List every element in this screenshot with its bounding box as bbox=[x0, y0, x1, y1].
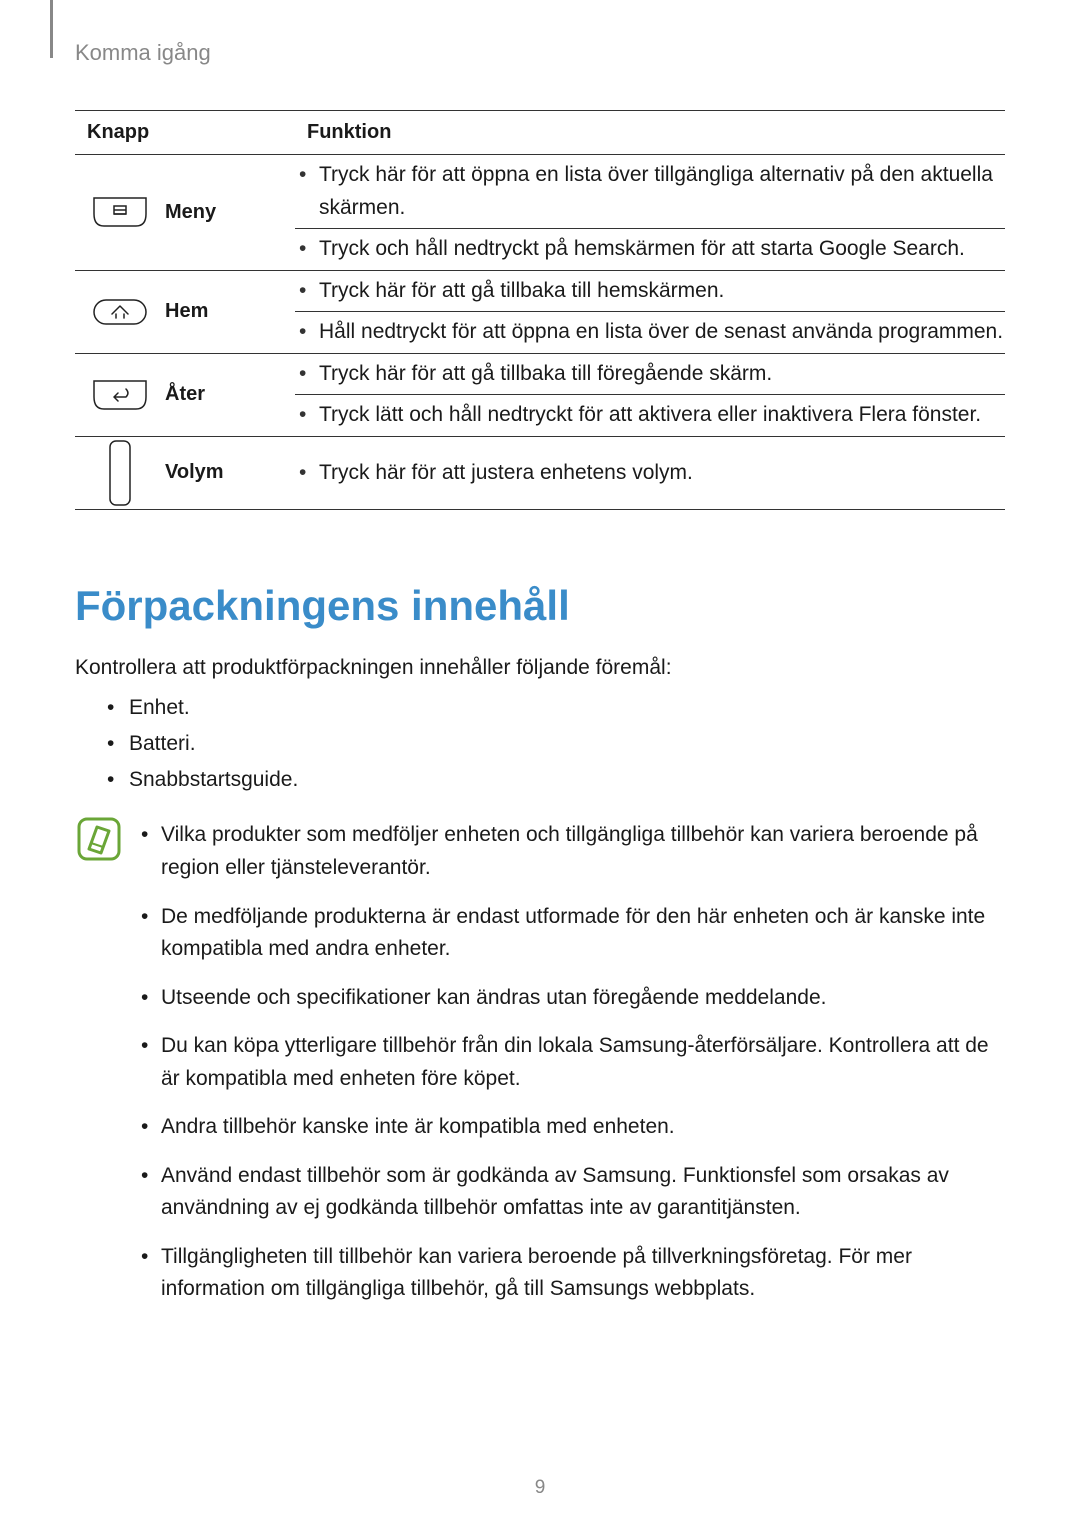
note-item: Utseende och specifikationer kan ändras … bbox=[137, 974, 1005, 1023]
note-item: Tillgängligheten till tillbehör kan vari… bbox=[137, 1233, 1005, 1314]
breadcrumb: Komma igång bbox=[75, 40, 1005, 66]
package-list: Enhet. Batteri. Snabbstartsguide. bbox=[75, 690, 1005, 797]
th-function: Funktion bbox=[295, 111, 1005, 155]
section-heading: Förpackningens innehåll bbox=[75, 582, 1005, 630]
volume-key-icon bbox=[106, 437, 134, 509]
table-row: Meny Tryck här för att öppna en lista öv… bbox=[75, 155, 1005, 229]
row-label-hem: Hem bbox=[165, 270, 295, 353]
func-item: Tryck och håll nedtryckt på hemskärmen f… bbox=[295, 229, 1005, 270]
func-item: Tryck här för att gå tillbaka till föreg… bbox=[295, 354, 1005, 395]
page-number: 9 bbox=[0, 1477, 1080, 1499]
note-item: Använd endast tillbehör som är godkända … bbox=[137, 1152, 1005, 1233]
func-item: Tryck här för att justera enhetens volym… bbox=[295, 453, 1005, 494]
row-label-volym: Volym bbox=[165, 436, 295, 509]
note-icon bbox=[75, 815, 123, 863]
func-item: Tryck här för att gå tillbaka till hemsk… bbox=[295, 271, 1005, 312]
notes-list: Vilka produkter som medföljer enheten oc… bbox=[137, 811, 1005, 1314]
buttons-table: Knapp Funktion Meny Tryck här för att öp… bbox=[75, 110, 1005, 510]
menu-key-icon bbox=[92, 196, 148, 228]
note-item: Du kan köpa ytterligare tillbehör från d… bbox=[137, 1022, 1005, 1103]
row-label-meny: Meny bbox=[165, 155, 295, 271]
note-item: Vilka produkter som medföljer enheten oc… bbox=[137, 811, 1005, 892]
th-button: Knapp bbox=[75, 111, 295, 155]
intro-text: Kontrollera att produktförpackningen inn… bbox=[75, 652, 1005, 685]
table-row: Volym Tryck här för att justera enhetens… bbox=[75, 436, 1005, 509]
table-row: Åter Tryck här för att gå tillbaka till … bbox=[75, 353, 1005, 395]
row-label-ater: Åter bbox=[165, 353, 295, 436]
table-row: Hem Tryck här för att gå tillbaka till h… bbox=[75, 270, 1005, 312]
note-item: De medföljande produkterna är endast utf… bbox=[137, 893, 1005, 974]
func-item: Håll nedtryckt för att öppna en lista öv… bbox=[295, 312, 1005, 353]
home-key-icon bbox=[92, 296, 148, 328]
func-item: Tryck lätt och håll nedtryckt för att ak… bbox=[295, 395, 1005, 436]
note-item: Andra tillbehör kanske inte är kompatibl… bbox=[137, 1103, 1005, 1152]
list-item: Batteri. bbox=[107, 726, 1005, 762]
func-item: Tryck här för att öppna en lista över ti… bbox=[295, 155, 1005, 228]
list-item: Enhet. bbox=[107, 690, 1005, 726]
header-marker bbox=[50, 0, 53, 58]
back-key-icon bbox=[92, 379, 148, 411]
list-item: Snabbstartsguide. bbox=[107, 762, 1005, 798]
